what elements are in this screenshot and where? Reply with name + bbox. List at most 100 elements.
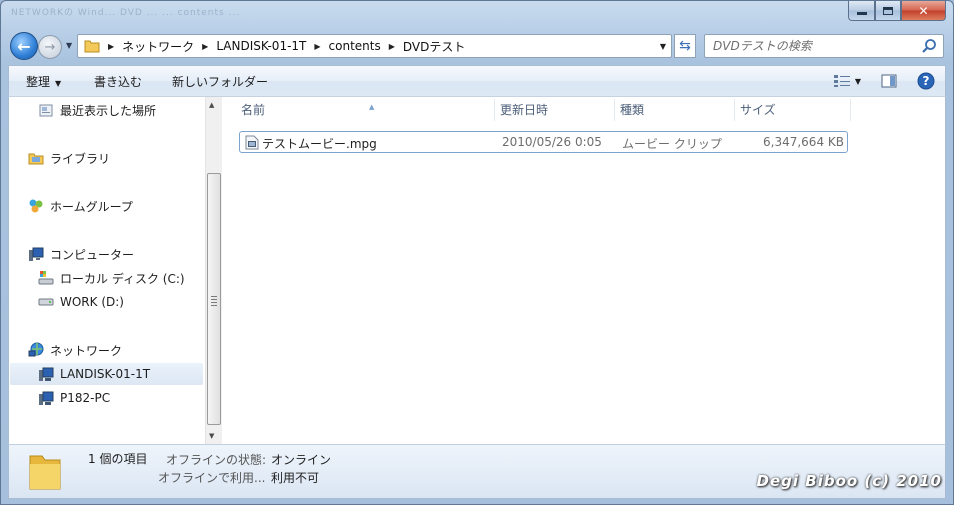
folder-icon [84,40,100,53]
folder-large-icon [29,455,61,490]
minimize-icon [856,12,867,15]
breadcrumb-chevron-icon[interactable]: ▶ [389,42,395,51]
grip-icon [211,296,217,308]
nav-item-label: 最近表示した場所 [60,103,157,118]
search-icon[interactable] [921,38,937,54]
column-header-name[interactable]: ▲ 名前 [236,99,495,121]
new-folder-label: 新しいフォルダー [172,75,269,89]
nav-item-label: ローカル ディスク (C:) [60,271,185,286]
view-options-dropdown[interactable]: ▼ [855,77,861,86]
offline-availability-value: 利用不可 [271,471,320,485]
breadcrumb-contents[interactable]: contents [329,39,381,53]
back-arrow-icon: ← [17,36,31,56]
scroll-down-icon[interactable]: ▼ [209,432,214,440]
view-details-icon[interactable] [833,74,851,88]
navigation-pane: 最近表示した場所 ライブラリ ホームグループ コンピューター ローカル ディスク… [9,97,205,444]
file-modified: 2010/05/26 0:05 [502,135,602,149]
nav-item-work-d[interactable]: WORK (D:) [37,291,124,313]
maximize-icon [883,6,893,15]
offline-status-label: オフラインの状態: [166,453,267,467]
nav-item-label: ホームグループ [50,199,133,214]
homegroup-icon [27,198,45,214]
breadcrumb-chevron-icon[interactable]: ▶ [108,42,114,51]
breadcrumb-landisk[interactable]: LANDISK-01-1T [216,39,306,53]
nav-item-homegroup[interactable]: ホームグループ [27,195,133,217]
pane-splitter[interactable] [222,97,226,444]
sort-ascending-icon: ▲ [369,103,375,111]
refresh-icon: ⇆ [679,38,691,54]
nav-item-computer[interactable]: コンピューター [27,243,134,265]
organize-label: 整理 [26,75,51,89]
chevron-down-icon: ▼ [55,79,62,88]
scrollbar-thumb[interactable] [207,173,221,425]
column-label: 名前 [241,103,266,117]
nav-item-libraries[interactable]: ライブラリ [27,147,110,169]
help-icon[interactable]: ? [917,72,935,90]
search-input[interactable] [713,35,913,57]
computer-icon [27,246,45,262]
nav-item-label: ライブラリ [50,151,111,166]
burn-label: 書き込む [94,75,143,89]
nav-item-label: P182-PC [60,391,111,405]
drive-icon [37,294,55,310]
file-row[interactable]: テストムービー.mpg 2010/05/26 0:05 ムービー クリップ 6,… [239,131,848,153]
watermark: Degi Biboo (c) 2010 [756,472,942,490]
file-name: テストムービー.mpg [262,137,377,151]
nav-item-local-disk-c[interactable]: ローカル ディスク (C:) [37,267,185,289]
nav-item-p182-pc[interactable]: P182-PC [37,387,110,409]
column-label: サイズ [740,103,776,117]
maximize-button[interactable] [875,1,901,21]
nav-item-label: LANDISK-01-1T [60,367,151,381]
search-box [704,34,944,58]
video-file-icon [245,135,259,150]
svg-text:?: ? [923,74,930,88]
breadcrumb-network[interactable]: ネットワーク [122,38,194,55]
refresh-button[interactable]: ⇆ [674,34,696,58]
new-folder-button[interactable]: 新しいフォルダー [172,73,268,90]
nav-item-recent-places[interactable]: 最近表示した場所 [37,99,156,121]
network-computer-icon [37,390,55,406]
nav-item-landisk[interactable]: LANDISK-01-1T [10,363,203,385]
file-size: 6,347,664 KB [763,135,844,149]
offline-availability-label: オフラインで利用... [158,471,266,485]
back-button[interactable]: ← [10,32,38,60]
organize-button[interactable]: 整理 ▼ [26,73,61,90]
column-label: 種類 [620,103,645,117]
close-button[interactable]: ✕ [901,1,946,21]
close-icon: ✕ [918,3,929,18]
address-bar[interactable]: ▶ ネットワーク ▶ LANDISK-01-1T ▶ contents ▶ DV… [77,34,672,58]
command-bar: 整理 ▼ 書き込む 新しいフォルダー ▼ ? [8,65,946,97]
breadcrumb-dvdtest[interactable]: DVDテスト [403,38,465,55]
forward-arrow-icon: → [44,39,56,55]
breadcrumb: ▶ ネットワーク ▶ LANDISK-01-1T ▶ contents ▶ DV… [100,35,465,57]
column-header-type[interactable]: 種類 [615,99,735,121]
address-history-dropdown[interactable]: ▼ [660,42,666,51]
recent-places-icon [37,102,55,118]
libraries-icon [27,150,45,166]
burn-button[interactable]: 書き込む [94,73,142,90]
column-header-size[interactable]: サイズ [735,99,851,121]
breadcrumb-chevron-icon[interactable]: ▶ [202,42,208,51]
navigation-bar: ← → ▼ ▶ ネットワーク ▶ LANDISK-01-1T ▶ content… [0,30,954,62]
recent-pages-dropdown[interactable]: ▼ [66,41,72,50]
minimize-button[interactable] [848,1,875,21]
forward-button[interactable]: → [38,35,62,59]
content-area: 最近表示した場所 ライブラリ ホームグループ コンピューター ローカル ディスク… [8,97,946,444]
navigation-scrollbar[interactable]: ▲ ▼ [205,97,222,444]
caption-buttons: ✕ [848,1,946,21]
breadcrumb-chevron-icon[interactable]: ▶ [314,42,320,51]
scroll-up-icon[interactable]: ▲ [209,101,214,109]
nav-item-label: WORK (D:) [60,295,124,309]
nav-item-label: コンピューター [50,247,135,262]
file-type: ムービー クリップ [622,137,722,151]
file-list: ▲ 名前 更新日時 種類 サイズ テストムービー.mpg 2010/05/26 … [227,97,945,444]
column-header-modified[interactable]: 更新日時 [495,99,615,121]
nav-item-network[interactable]: ネットワーク [27,339,122,361]
item-count: 1 個の項目 [88,452,148,466]
nav-item-label: ネットワーク [50,343,123,358]
network-computer-icon [37,366,55,382]
column-label: 更新日時 [500,103,549,117]
network-icon [27,342,45,358]
offline-status-value: オンライン [271,453,332,467]
preview-pane-icon[interactable] [881,74,897,88]
